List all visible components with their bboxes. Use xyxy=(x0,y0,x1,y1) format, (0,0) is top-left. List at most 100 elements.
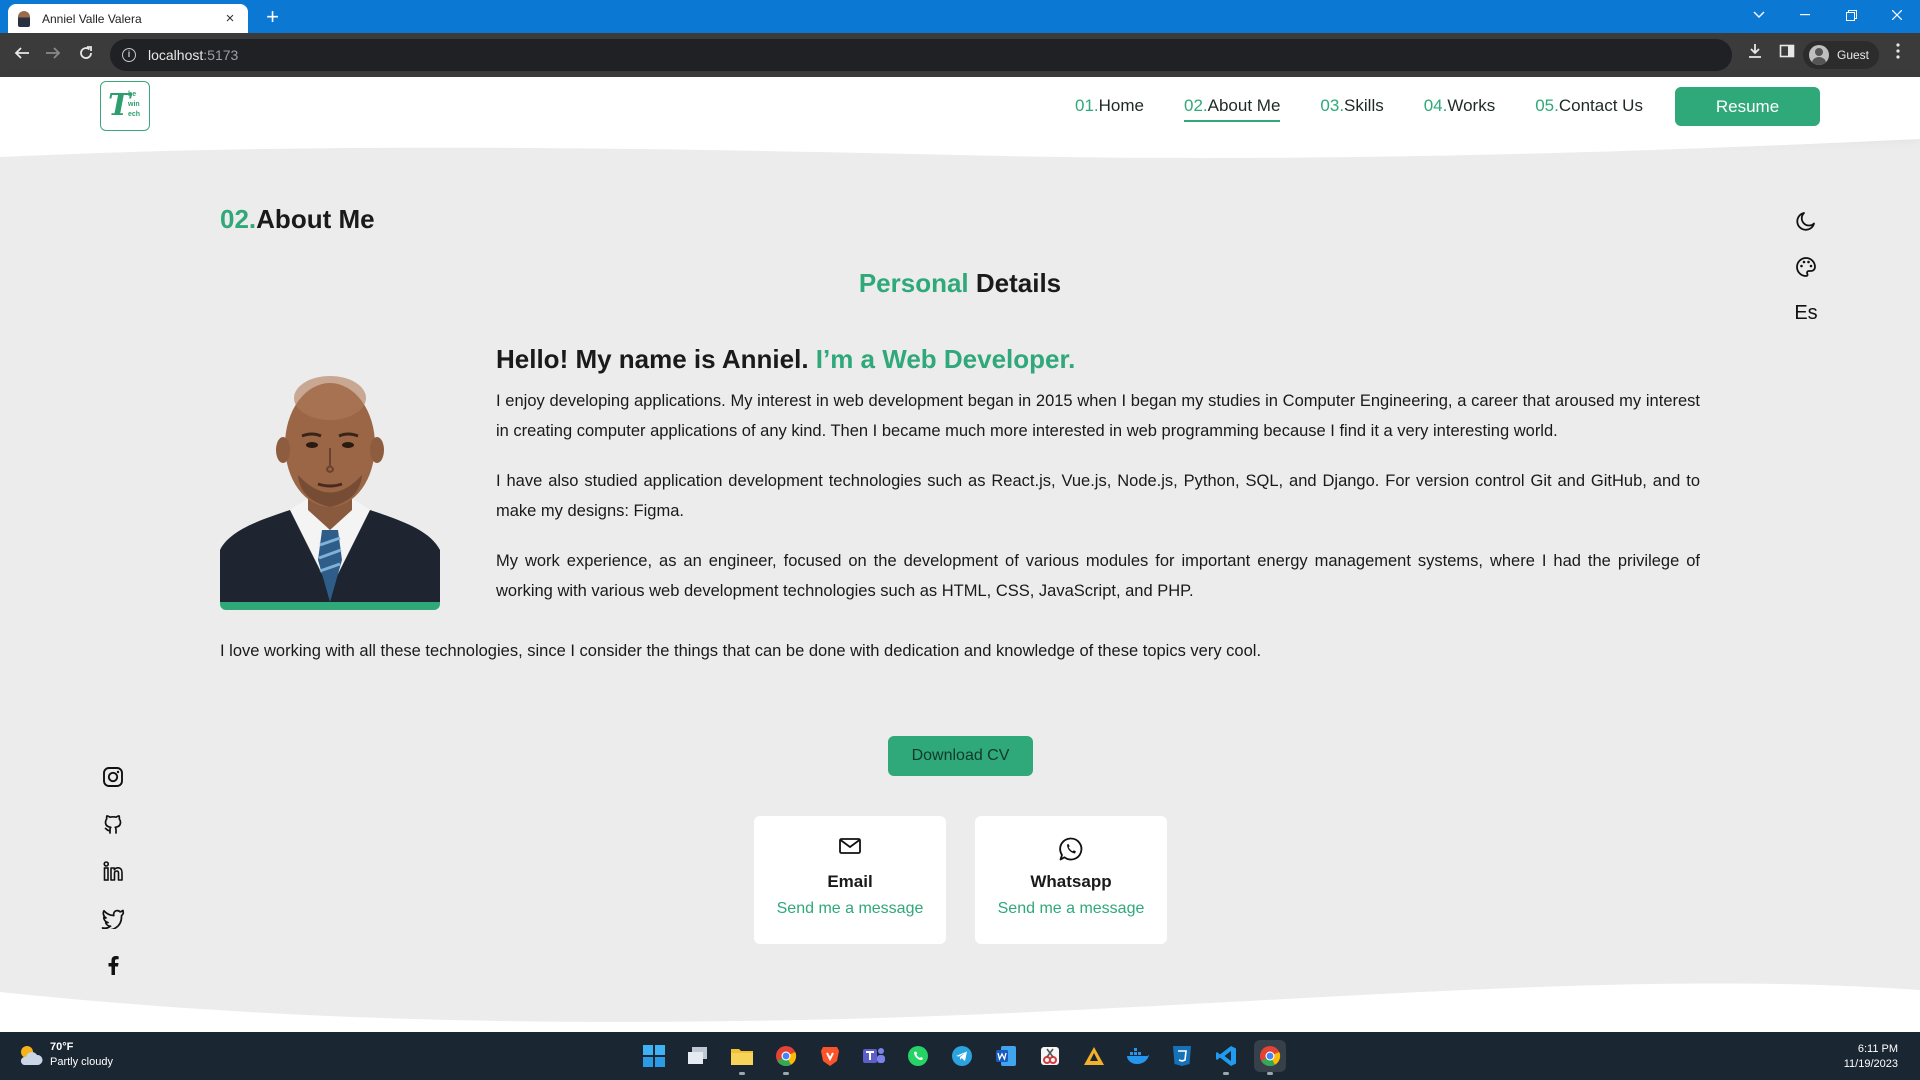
download-icon[interactable] xyxy=(1743,43,1767,67)
card-title: Email xyxy=(827,872,873,891)
portrait-image xyxy=(220,360,440,602)
social-links xyxy=(100,764,126,999)
chrome-active-icon[interactable] xyxy=(1254,1040,1286,1075)
telegram-icon[interactable] xyxy=(946,1040,978,1072)
email-card[interactable]: Email Send me a message xyxy=(754,816,946,944)
greeting-accent: I’m a Web Developer. xyxy=(808,344,1076,374)
clock-time: 6:11 PM xyxy=(1857,1043,1898,1055)
about-paragraph: I enjoy developing applications. My inte… xyxy=(496,392,1700,440)
main-nav: 01.Home 02.About Me 03.Skills 04.Works 0… xyxy=(1075,77,1643,135)
browser-tab-bar: Anniel Valle Valera × + xyxy=(0,0,1920,33)
partly-cloudy-icon xyxy=(16,1043,44,1067)
task-view-icon[interactable] xyxy=(682,1040,714,1072)
nav-label: Home xyxy=(1098,96,1144,115)
reload-icon[interactable] xyxy=(74,43,98,67)
nav-number: 02. xyxy=(1184,96,1208,115)
header-wave xyxy=(0,135,1920,158)
about-paragraph: My work experience, as an engineer, focu… xyxy=(496,552,1700,600)
minimize-icon[interactable] xyxy=(1782,0,1828,30)
word-icon[interactable] xyxy=(990,1040,1022,1072)
logo-line: he xyxy=(128,91,137,98)
github-icon[interactable] xyxy=(100,811,126,837)
facebook-icon[interactable] xyxy=(100,952,126,978)
linkedin-icon[interactable] xyxy=(100,858,126,884)
photo-accent-bar xyxy=(220,602,440,610)
nav-label: Skills xyxy=(1344,96,1384,115)
logo-line: win xyxy=(128,101,140,108)
close-tab-icon[interactable]: × xyxy=(222,10,238,27)
nav-item-home[interactable]: 01.Home xyxy=(1075,90,1144,122)
whatsapp-app-icon[interactable] xyxy=(902,1040,934,1072)
chrome-icon[interactable] xyxy=(770,1040,802,1075)
nav-item-skills[interactable]: 03.Skills xyxy=(1320,90,1383,122)
logo[interactable]: T he win ech xyxy=(100,81,150,131)
weather-widget[interactable]: 70°F Partly cloudy xyxy=(16,1040,113,1070)
vscode-icon[interactable] xyxy=(1210,1040,1242,1075)
subtitle-accent: Personal xyxy=(858,268,969,298)
tab-search-icon[interactable] xyxy=(1736,0,1782,30)
nav-item-about-me[interactable]: 02.About Me xyxy=(1184,90,1281,122)
side-panel-icon[interactable] xyxy=(1775,43,1799,67)
footer-wave xyxy=(0,983,1920,1032)
twitter-icon[interactable] xyxy=(100,905,126,931)
language-toggle[interactable]: Es xyxy=(1790,297,1822,329)
system-clock[interactable]: 6:11 PM 11/19/2023 xyxy=(1844,1042,1898,1072)
brave-icon[interactable] xyxy=(814,1040,846,1072)
resume-button[interactable]: Resume xyxy=(1675,87,1820,126)
docker-icon[interactable] xyxy=(1122,1040,1154,1072)
tab-title: Anniel Valle Valera xyxy=(42,11,142,26)
restore-icon[interactable] xyxy=(1828,0,1874,30)
nav-number: 05. xyxy=(1535,96,1559,115)
vlc-like-icon[interactable] xyxy=(1078,1040,1110,1072)
section-subtitle: Personal Details xyxy=(0,268,1920,299)
menu-icon[interactable] xyxy=(1886,43,1910,67)
about-paragraph: I have also studied application developm… xyxy=(496,472,1700,520)
windows-start-icon[interactable] xyxy=(638,1040,670,1072)
profile-button[interactable]: Guest xyxy=(1803,41,1879,69)
url-port: :5173 xyxy=(203,47,239,63)
greeting-text: Hello! My name is Anniel. xyxy=(496,344,809,374)
browser-toolbar: i localhost :5173 Guest xyxy=(0,33,1920,77)
instagram-icon[interactable] xyxy=(100,764,126,790)
favicon-icon xyxy=(18,10,30,27)
teams-icon[interactable] xyxy=(858,1040,890,1072)
logo-line: ech xyxy=(128,111,141,118)
nav-item-contact-us[interactable]: 05.Contact Us xyxy=(1535,90,1643,122)
mail-icon xyxy=(754,836,946,862)
new-tab-button[interactable]: + xyxy=(260,4,285,29)
subtitle-rest: Details xyxy=(968,268,1062,298)
forward-icon[interactable] xyxy=(41,43,65,67)
nav-number: 01. xyxy=(1075,96,1099,115)
taskbar-apps xyxy=(638,1040,1286,1075)
clock-date: 11/19/2023 xyxy=(1843,1058,1898,1070)
nav-number: 03. xyxy=(1320,96,1345,115)
snipping-tool-icon[interactable] xyxy=(1034,1040,1066,1072)
address-bar[interactable]: i localhost :5173 xyxy=(110,39,1732,71)
avatar-icon xyxy=(1809,45,1829,65)
file-explorer-icon[interactable] xyxy=(726,1040,758,1075)
section-number: 02. xyxy=(220,204,257,234)
back-icon[interactable] xyxy=(10,43,34,67)
dark-mode-toggle[interactable] xyxy=(1790,205,1822,237)
css-icon[interactable] xyxy=(1166,1040,1198,1072)
site-info-icon[interactable]: i xyxy=(122,48,136,62)
weather-condition: Partly cloudy xyxy=(50,1056,113,1068)
browser-tab[interactable]: Anniel Valle Valera × xyxy=(8,4,248,33)
card-link[interactable]: Send me a message xyxy=(754,900,946,918)
site-header: T he win ech 01.Home 02.About Me 03.Skil… xyxy=(0,77,1920,135)
greeting-heading: Hello! My name is Anniel. I’m a Web Deve… xyxy=(496,344,1075,375)
nav-label: Contact Us xyxy=(1558,96,1643,115)
nav-number: 04. xyxy=(1423,96,1448,115)
about-closing: I love working with all these technologi… xyxy=(220,642,1262,660)
download-cv-button[interactable]: Download CV xyxy=(888,736,1033,776)
whatsapp-card[interactable]: Whatsapp Send me a message xyxy=(975,816,1167,944)
nav-item-works[interactable]: 04.Works xyxy=(1424,90,1496,122)
profile-photo xyxy=(220,360,440,610)
card-title: Whatsapp xyxy=(1030,872,1112,891)
page-title: 02.About Me xyxy=(220,204,375,235)
nav-label: Works xyxy=(1447,96,1496,115)
close-window-icon[interactable] xyxy=(1874,0,1920,30)
moon-icon xyxy=(1796,212,1815,231)
card-link[interactable]: Send me a message xyxy=(975,900,1167,918)
url-host: localhost xyxy=(148,47,204,63)
